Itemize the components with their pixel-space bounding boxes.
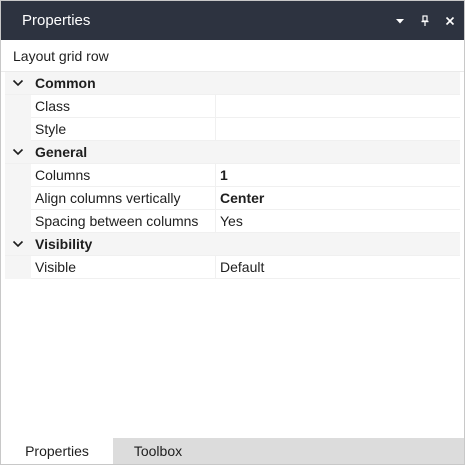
property-name: Visible [31,255,216,279]
close-icon[interactable] [439,10,461,32]
category-general[interactable]: General [5,141,460,164]
category-visibility[interactable]: Visibility [5,233,460,256]
property-name: Class [31,94,216,118]
property-grid: Common Class Style General Columns 1 Ali… [5,72,460,279]
panel-titlebar[interactable]: Properties [1,1,464,40]
property-value-columns[interactable]: 1 [216,164,460,187]
category-label: Common [35,75,96,91]
property-value-style[interactable] [216,118,460,141]
property-row-spacing-between-columns[interactable]: Spacing between columns Yes [5,209,460,233]
panel-title: Properties [22,12,91,29]
property-value-spacing-between-columns[interactable]: Yes [216,210,460,233]
property-name: Columns [31,163,216,187]
property-value-class[interactable] [216,95,460,118]
property-name: Align columns vertically [31,186,216,210]
property-row-style[interactable]: Style [5,117,460,141]
property-name: Style [31,117,216,141]
property-value-visible[interactable]: Default [216,256,460,279]
chevron-down-icon[interactable] [5,233,31,256]
property-value-align-columns-vertically[interactable]: Center [216,187,460,210]
pin-icon[interactable] [414,10,436,32]
category-label: General [35,144,88,160]
tab-toolbox[interactable]: Toolbox [113,438,203,464]
properties-panel: Properties Layout grid row Common Class … [0,0,465,465]
property-name: Spacing between columns [31,209,216,233]
property-row-visible[interactable]: Visible Default [5,255,460,279]
property-row-class[interactable]: Class [5,94,460,118]
property-row-align-columns-vertically[interactable]: Align columns vertically Center [5,186,460,210]
category-label: Visibility [35,236,93,252]
chevron-down-icon[interactable] [389,10,411,32]
tab-properties[interactable]: Properties [1,438,113,464]
bottom-tab-strip: Properties Toolbox [1,438,464,464]
chevron-down-icon[interactable] [5,141,31,164]
category-common[interactable]: Common [5,72,460,95]
selected-element-type: Layout grid row [1,40,464,72]
chevron-down-icon[interactable] [5,72,31,95]
property-row-columns[interactable]: Columns 1 [5,163,460,187]
